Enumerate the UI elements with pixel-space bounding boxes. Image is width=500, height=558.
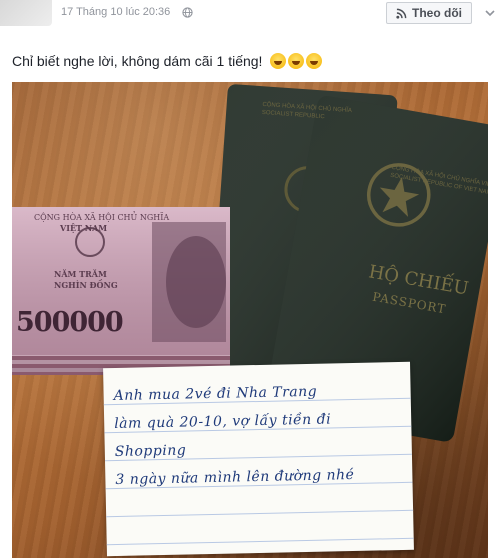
laughing-emoji-icon bbox=[270, 53, 287, 69]
emoji-group bbox=[270, 53, 323, 69]
globe-icon bbox=[182, 7, 193, 18]
banknote-value: 500000 bbox=[16, 307, 124, 338]
banknote-country: VIỆT NAM bbox=[60, 223, 108, 233]
note-line: Shopping bbox=[114, 442, 187, 461]
note-line: 3 ngày nữa mình lên đường nhé bbox=[115, 466, 355, 488]
avatar[interactable] bbox=[0, 0, 52, 26]
post-timestamp[interactable]: 17 Tháng 10 lúc 20:36 bbox=[61, 6, 170, 18]
chevron-down-icon[interactable] bbox=[483, 6, 497, 20]
post-text: Chỉ biết nghe lời, không dám cãi 1 tiếng… bbox=[12, 53, 323, 69]
follow-label: Theo dõi bbox=[412, 6, 462, 20]
follow-button[interactable]: Theo dõi bbox=[386, 2, 472, 24]
banknote-header: CỘNG HÒA XÃ HỘI CHỦ NGHĨA bbox=[34, 213, 170, 222]
banknote-denomination-words: NĂM TRĂM NGHÌN ĐỒNG bbox=[54, 269, 118, 290]
laughing-emoji-icon bbox=[288, 53, 305, 69]
post-photo[interactable]: CỘNG HÒA XÃ HỘI CHỦ NGHĨA VIỆT NAM NĂM T… bbox=[12, 82, 488, 558]
rss-icon bbox=[396, 8, 407, 19]
post-message: Chỉ biết nghe lời, không dám cãi 1 tiếng… bbox=[12, 53, 263, 69]
post-header: 17 Tháng 10 lúc 20:36 Theo dõi bbox=[0, 0, 500, 40]
laughing-emoji-icon bbox=[306, 53, 323, 69]
handwritten-note: Anh mua 2vé đi Nha Trang làm quà 20-10, … bbox=[103, 361, 414, 557]
